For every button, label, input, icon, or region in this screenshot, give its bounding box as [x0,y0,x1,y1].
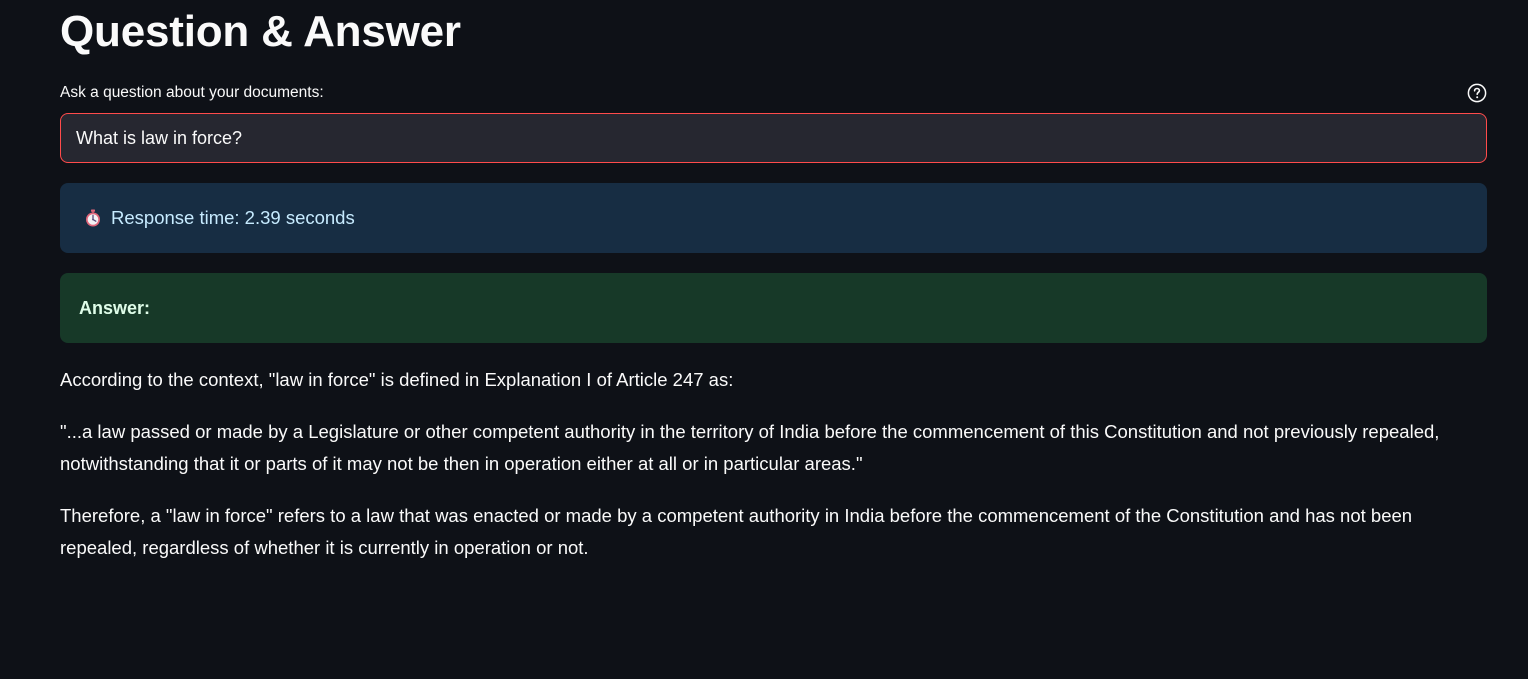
answer-alert: Answer: [60,273,1487,343]
answer-heading: Answer: [79,297,151,318]
question-circle-icon[interactable] [1467,83,1487,103]
response-time-alert: Response time: 2.39 seconds [60,183,1487,253]
answer-paragraph: According to the context, "law in force"… [60,369,734,390]
answer-body: According to the context, "law in force"… [60,364,1487,584]
question-label: Ask a question about your documents: [60,84,324,101]
question-input[interactable] [60,113,1487,163]
response-time-text: Response time: 2.39 seconds [111,207,355,228]
stopwatch-icon [86,209,100,227]
answer-paragraph: Therefore, a "law in force" refers to a … [60,505,1413,558]
answer-paragraph: "...a law passed or made by a Legislatur… [60,421,1440,474]
page-title: Question & Answer [60,7,461,56]
